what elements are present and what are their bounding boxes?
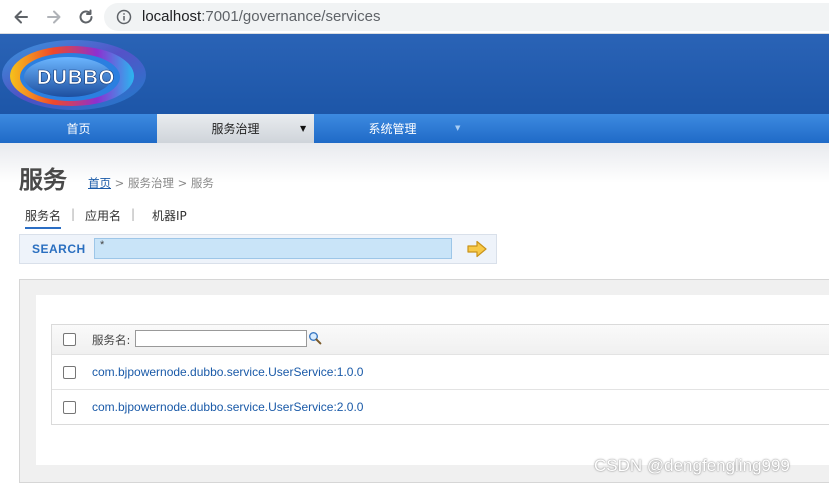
reload-icon: [79, 9, 93, 24]
nav-item-label: 系统管理: [368, 122, 417, 136]
service-link[interactable]: com.bjpowernode.dubbo.service.UserServic…: [92, 365, 363, 379]
row-checkbox[interactable]: [63, 366, 76, 379]
tab-separator: |: [131, 207, 136, 221]
arrow-left-icon: [14, 10, 28, 24]
nav-item-service-governance[interactable]: 服务治理 ▼: [157, 114, 314, 143]
table-header-row: 服务名:: [52, 325, 829, 355]
arrow-right-icon: [47, 10, 61, 24]
url-text[interactable]: localhost:7001/governance/services: [142, 8, 380, 25]
column-header-service-name: 服务名:: [92, 333, 131, 347]
nav-item-label: 首页: [66, 122, 91, 136]
service-filter-input[interactable]: [135, 330, 307, 347]
nav-item-system-management[interactable]: 系统管理 ▼: [314, 114, 471, 143]
search-input[interactable]: *: [94, 238, 452, 259]
tab-machine-ip[interactable]: 机器IP: [152, 207, 187, 224]
table-row: com.bjpowernode.dubbo.service.UserServic…: [52, 355, 829, 390]
back-button[interactable]: [9, 5, 33, 29]
breadcrumb-home-link[interactable]: 首页: [88, 176, 111, 190]
caret-down-icon: ▼: [455, 124, 461, 132]
tab-application-name[interactable]: 应用名: [85, 207, 121, 224]
url-host: localhost: [142, 8, 202, 25]
address-bar[interactable]: localhost:7001/governance/services: [104, 3, 829, 31]
arrow-right-icon: [467, 240, 487, 258]
main-nav: 首页 服务治理 ▼ 系统管理 ▼: [0, 114, 829, 143]
breadcrumb-separator: >: [173, 176, 191, 190]
breadcrumb-current: 服务: [190, 176, 214, 190]
search-box: SEARCH *: [19, 234, 497, 264]
app-window: localhost:7001/governance/services DUBBO…: [0, 0, 829, 485]
breadcrumb-section: 服务治理: [127, 176, 174, 190]
breadcrumb-separator: >: [111, 176, 128, 190]
page-title: 服务: [19, 166, 67, 194]
search-label: SEARCH: [32, 242, 86, 256]
url-path: :7001/governance/services: [201, 8, 381, 25]
breadcrumb: 首页 > 服务治理 > 服务: [88, 175, 214, 191]
nav-item-label: 服务治理: [211, 122, 260, 136]
search-icon[interactable]: [308, 331, 322, 345]
dubbo-logo[interactable]: DUBBO: [0, 37, 148, 113]
service-link[interactable]: com.bjpowernode.dubbo.service.UserServic…: [92, 400, 363, 414]
forward-button[interactable]: [42, 5, 66, 29]
row-checkbox[interactable]: [63, 401, 76, 414]
info-icon[interactable]: [116, 9, 132, 25]
logo-text: DUBBO: [37, 67, 115, 89]
nav-item-home[interactable]: 首页: [0, 114, 157, 143]
app-header: DUBBO: [0, 34, 829, 114]
tab-service-name[interactable]: 服务名: [25, 207, 62, 229]
reload-button[interactable]: [74, 5, 98, 29]
service-table: 服务名: com.bjpowernode.dubbo.service.UserS…: [51, 324, 829, 425]
table-row: com.bjpowernode.dubbo.service.UserServic…: [52, 390, 829, 425]
watermark: CSDN @dengfengling999: [594, 456, 790, 475]
select-all-checkbox[interactable]: [63, 333, 76, 346]
caret-down-icon: ▼: [300, 124, 307, 133]
search-submit-button[interactable]: [466, 239, 488, 259]
search-input-value: *: [100, 239, 105, 251]
tab-separator: |: [71, 207, 76, 221]
browser-toolbar: localhost:7001/governance/services: [0, 0, 829, 34]
